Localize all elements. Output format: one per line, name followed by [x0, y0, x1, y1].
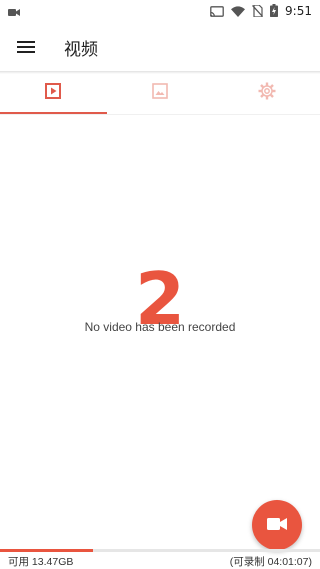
cast-icon — [210, 2, 224, 21]
wifi-icon — [231, 2, 246, 21]
storage-recordable-time: (可录制 04:01:07) — [229, 555, 312, 568]
storage-footer: 可用 13.47GB (可录制 04:01:07) — [0, 553, 320, 569]
no-sim-icon — [252, 2, 264, 21]
image-icon — [152, 83, 168, 103]
storage-progress-bar — [0, 549, 320, 552]
tab-settings[interactable] — [213, 72, 320, 114]
video-play-icon — [45, 83, 62, 103]
storage-available: 可用 13.47GB — [8, 555, 74, 568]
menu-button[interactable] — [0, 22, 52, 72]
record-button[interactable] — [252, 500, 302, 550]
tab-bar — [0, 72, 320, 114]
video-list-area: 2 No video has been recorded — [0, 115, 320, 549]
hamburger-menu-icon — [17, 38, 35, 57]
status-time: 9:51 — [285, 4, 312, 18]
video-camera-icon — [8, 2, 20, 21]
tab-videos[interactable] — [0, 72, 107, 114]
page-title: 视频 — [64, 39, 98, 60]
storage-progress-fill — [0, 549, 93, 552]
app-bar: 视频 — [0, 22, 320, 72]
tab-images[interactable] — [107, 72, 214, 114]
video-camera-icon — [267, 516, 287, 535]
status-bar: 9:51 — [0, 0, 320, 22]
empty-state-message: No video has been recorded — [84, 320, 236, 334]
settings-gear-icon — [258, 82, 276, 104]
battery-charging-icon — [270, 2, 279, 21]
